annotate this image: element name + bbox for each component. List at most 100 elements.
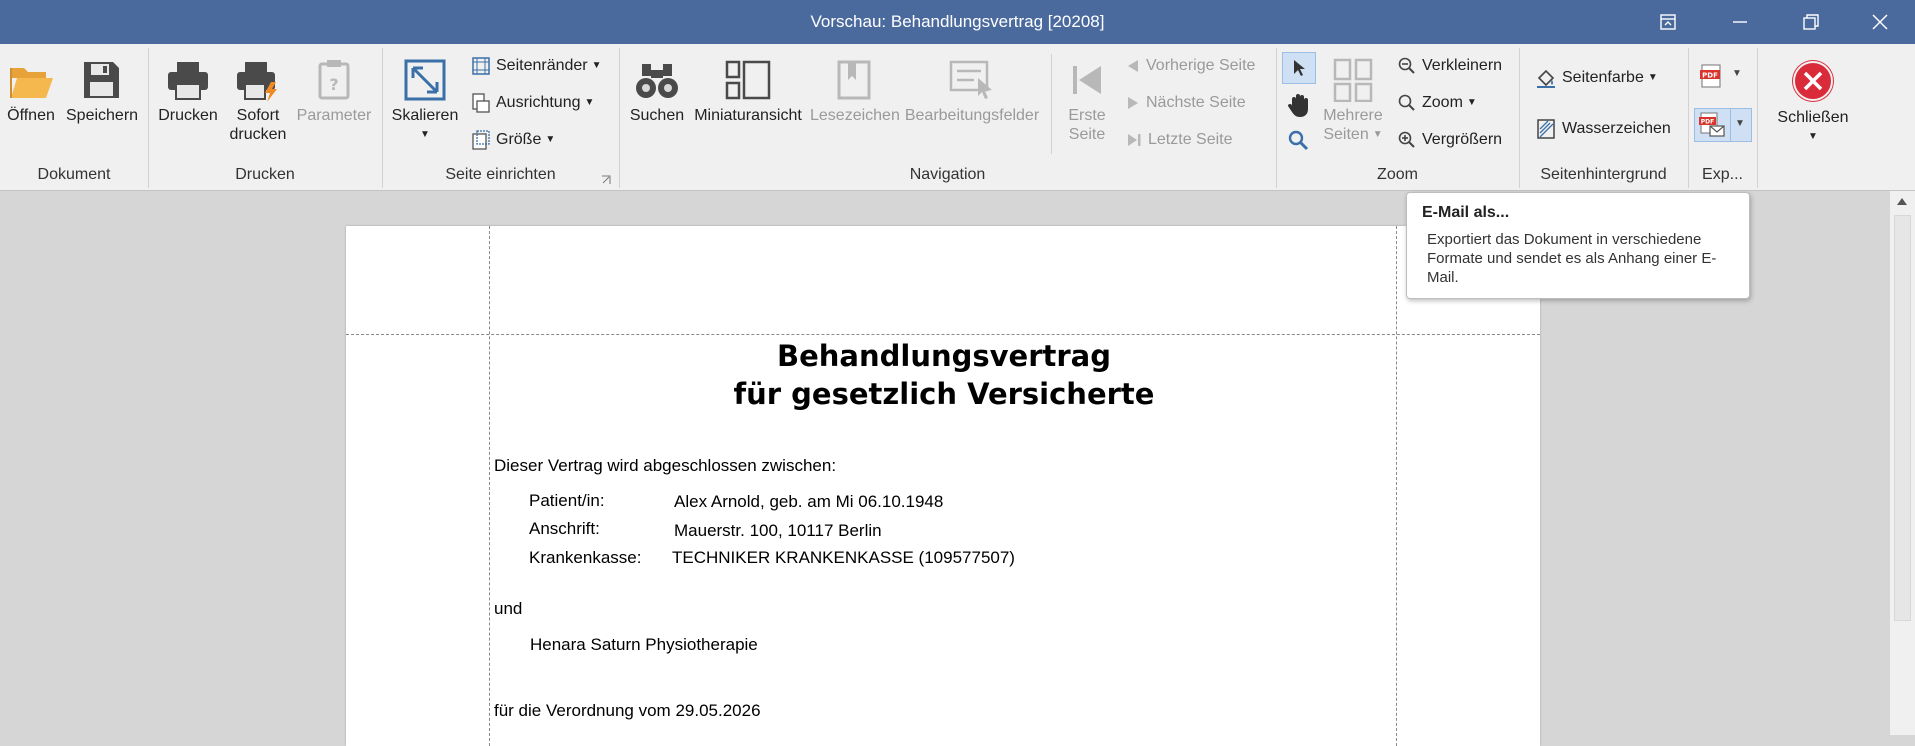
orientation-button[interactable]: Ausrichtung ▼ — [472, 91, 594, 115]
binoculars-icon — [636, 64, 678, 98]
thumbnails-label: Miniaturansicht — [694, 107, 802, 124]
magnifier-icon — [1288, 130, 1309, 151]
scroll-up-arrow-icon[interactable] — [1897, 198, 1907, 205]
vertical-scrollbar[interactable] — [1890, 191, 1915, 735]
orientation-chevron-icon: ▼ — [584, 97, 595, 108]
margins-label: Seitenränder — [496, 57, 588, 75]
group-label-navigation: Navigation — [909, 166, 986, 183]
zoom-out-button[interactable]: Verkleinern — [1398, 54, 1502, 78]
page-color-label: Seitenfarbe — [1562, 69, 1644, 87]
close-preview-button[interactable]: Schließen ▼ — [1772, 58, 1854, 146]
open-label: Öffnen — [7, 107, 55, 124]
export-pdf-button[interactable]: PDF ▼ — [1696, 62, 1748, 90]
edit-fields-label: Bearbeitungsfelder — [904, 107, 1040, 124]
svg-text:PDF: PDF — [1702, 72, 1718, 80]
address-value: Mauerstr. 100, 10117 Berlin — [674, 521, 882, 540]
zoom-button[interactable]: Zoom ▼ — [1398, 91, 1477, 115]
export-pdf-chevron-icon: ▼ — [1732, 68, 1742, 79]
scale-icon — [404, 59, 446, 101]
group-label-export: Exp... — [1702, 166, 1743, 183]
clipboard-question-icon: ? — [318, 60, 350, 100]
hand-tool-button[interactable] — [1284, 90, 1314, 120]
dialog-launcher-icon[interactable] — [601, 172, 611, 184]
save-button[interactable]: Speichern — [66, 58, 138, 125]
zoom-out-icon — [1398, 57, 1415, 74]
edit-fields-button[interactable]: Bearbeitungsfelder — [904, 58, 1040, 125]
triangle-left-icon — [1128, 59, 1138, 72]
group-label-drucken: Drucken — [235, 166, 295, 183]
minimize-button[interactable] — [1705, 0, 1775, 44]
email-as-chevron-icon: ▼ — [1735, 118, 1745, 129]
watermark-icon — [1537, 119, 1555, 139]
zoom-in-icon — [1398, 131, 1415, 148]
bookmark-icon — [837, 60, 871, 100]
quick-print-icon — [237, 62, 277, 102]
size-label: Größe — [496, 131, 542, 149]
minimize-icon — [1733, 21, 1747, 23]
contract-intro: Dieser Vertrag wird abgeschlossen zwisch… — [494, 456, 837, 475]
hand-icon — [1288, 94, 1308, 117]
document-page: Behandlungsvertrag für gesetzlich Versic… — [346, 226, 1540, 746]
last-page-button[interactable]: Letzte Seite — [1126, 128, 1233, 152]
zoom-in-label: Vergrößern — [1422, 131, 1503, 148]
multiple-pages-label-1: Mehrere — [1323, 107, 1383, 124]
magnifier-tool-button[interactable] — [1284, 126, 1314, 156]
bookmarks-label: Lesezeichen — [810, 107, 900, 124]
patient-value: Alex Arnold, geb. am Mi 06.10.1948 — [674, 492, 944, 511]
scale-label: Skalieren — [391, 107, 459, 124]
print-button[interactable]: Drucken — [157, 58, 219, 125]
multiple-pages-chevron-icon: ▼ — [1372, 129, 1383, 141]
next-page-button[interactable]: Nächste Seite — [1126, 91, 1246, 115]
multiple-pages-label-2: Seiten ▼ — [1318, 125, 1388, 144]
address-label: Anschrift: — [529, 519, 600, 538]
restore-button[interactable] — [1776, 0, 1846, 44]
pointer-tool-button[interactable] — [1282, 52, 1316, 84]
window-title: Vorschau: Behandlungsvertrag [20208] — [810, 12, 1105, 31]
bookmarks-button[interactable]: Lesezeichen — [810, 58, 900, 125]
previous-page-label: Vorherige Seite — [1146, 57, 1256, 74]
document-title-line-1: Behandlungsvertrag — [776, 339, 1111, 373]
restore-icon — [1803, 14, 1819, 30]
margin-guide-top — [346, 334, 1540, 335]
close-window-button[interactable] — [1845, 0, 1915, 44]
thumbnails-button[interactable]: Miniaturansicht — [692, 58, 804, 125]
previous-page-button[interactable]: Vorherige Seite — [1126, 54, 1255, 78]
ribbon-display-button[interactable] — [1633, 0, 1703, 44]
close-preview-label: Schließen — [1777, 109, 1849, 126]
watermark-button[interactable]: Wasserzeichen — [1536, 117, 1671, 141]
first-page-button[interactable]: Erste Seite — [1062, 58, 1112, 144]
zoom-in-button[interactable]: Vergrößern — [1398, 128, 1502, 152]
page-color-button[interactable]: Seitenfarbe ▼ — [1536, 66, 1658, 90]
quick-print-button[interactable]: Sofort drucken — [227, 58, 289, 144]
scrollbar-thumb[interactable] — [1894, 215, 1911, 621]
patient-label: Patient/in: — [529, 491, 605, 510]
open-button[interactable]: Öffnen — [4, 58, 58, 125]
close-circle-icon — [1792, 60, 1834, 102]
parameters-label: Parameter — [296, 107, 372, 124]
close-icon — [1872, 14, 1888, 30]
document-title-line-2: für gesetzlich Versicherte — [733, 377, 1155, 411]
tooltip-title: E-Mail als... — [1422, 204, 1510, 221]
size-button[interactable]: Größe ▼ — [472, 128, 555, 152]
first-page-icon — [1073, 66, 1101, 94]
page-size-icon — [472, 130, 490, 150]
first-page-label-2: Seite — [1068, 126, 1106, 143]
zoom-icon — [1398, 94, 1415, 111]
first-page-label-1: Erste — [1068, 107, 1106, 124]
pdf-email-icon: PDF — [1699, 112, 1725, 137]
svg-text:PDF: PDF — [1701, 119, 1714, 126]
group-label-zoom: Zoom — [1377, 166, 1418, 183]
scale-button[interactable]: Skalieren ▼ — [390, 58, 460, 144]
margin-guide-left — [489, 226, 490, 746]
folder-open-icon — [10, 68, 53, 98]
multiple-pages-button[interactable]: Mehrere Seiten ▼ — [1318, 58, 1388, 144]
next-page-label: Nächste Seite — [1146, 94, 1246, 111]
search-button[interactable]: Suchen — [628, 58, 686, 125]
last-page-label: Letzte Seite — [1148, 131, 1233, 148]
close-preview-chevron-icon: ▼ — [1808, 131, 1818, 142]
parameters-button[interactable]: ? Parameter — [294, 58, 374, 125]
practice-name: Henara Saturn Physiotherapie — [530, 635, 758, 654]
margins-button[interactable]: Seitenränder ▼ — [472, 54, 602, 78]
cursor-arrow-icon — [1294, 60, 1305, 76]
email-as-button[interactable]: PDF ▼ — [1694, 108, 1752, 142]
